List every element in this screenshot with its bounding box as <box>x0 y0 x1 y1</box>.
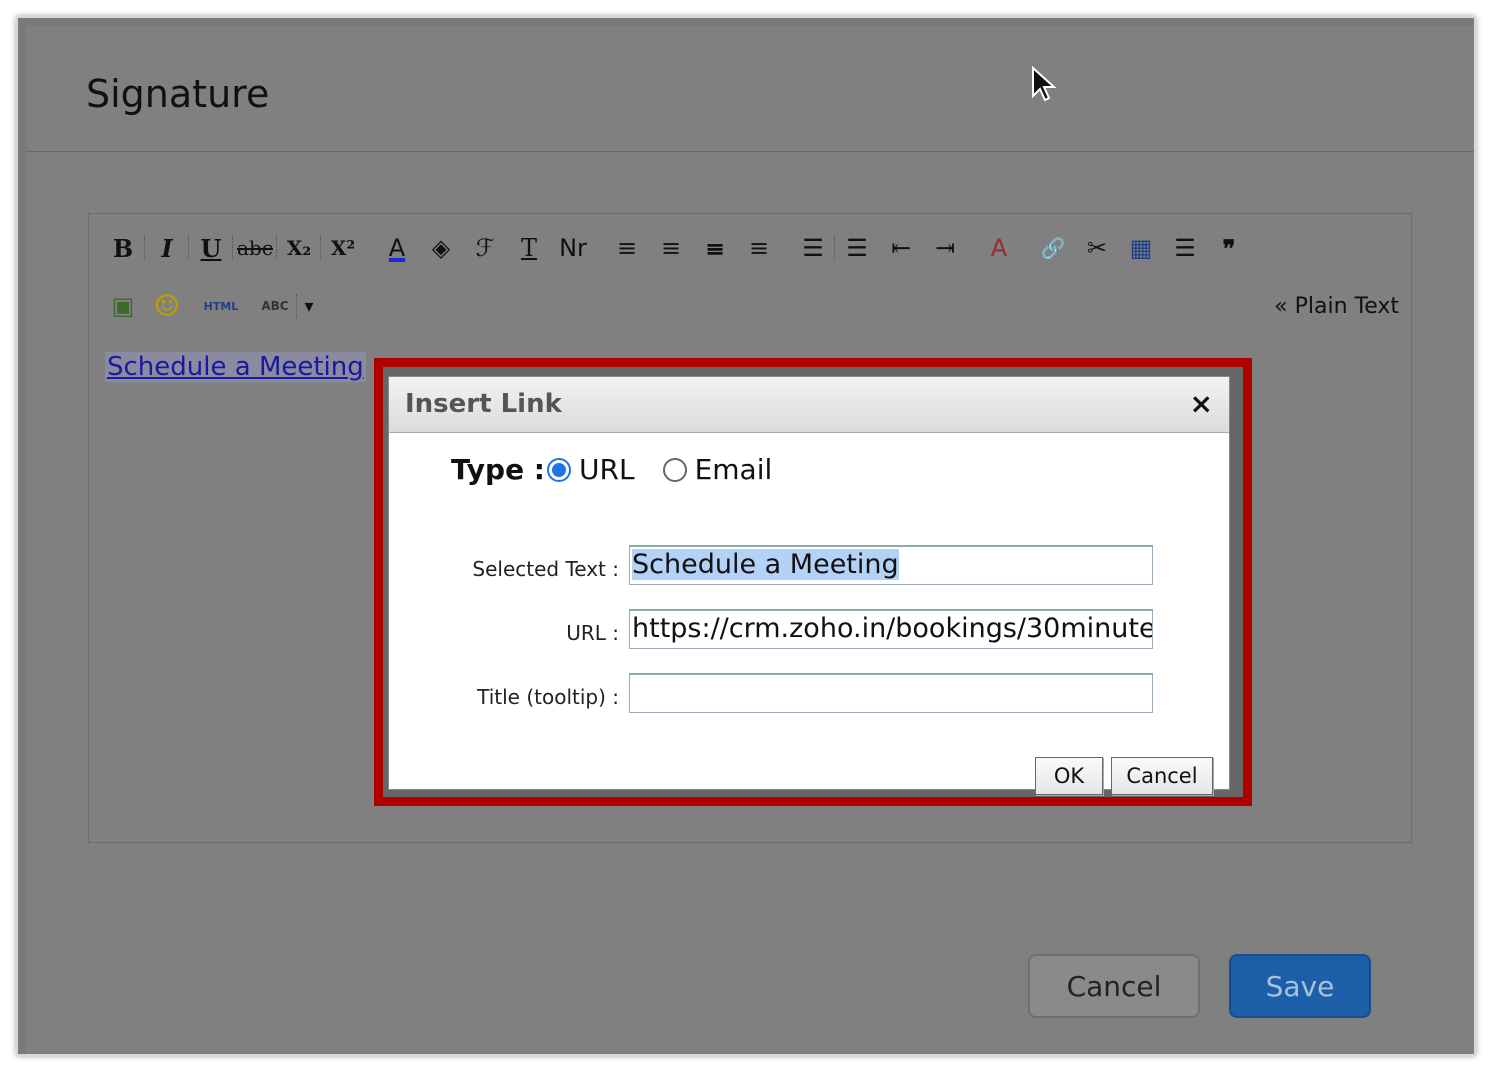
font-color-button[interactable]: A <box>375 228 419 268</box>
insert-image-button[interactable]: ▣ <box>101 286 145 326</box>
align-center-button[interactable]: ≡ <box>737 228 781 268</box>
close-icon[interactable]: × <box>1190 387 1213 420</box>
align-left-button[interactable]: ≡ <box>605 228 649 268</box>
selected-text-value: Schedule a Meeting <box>632 549 899 580</box>
subscript-button[interactable]: X₂ <box>277 228 321 268</box>
mouse-cursor-icon <box>1032 66 1057 102</box>
align-right-button[interactable]: ≡ <box>649 228 693 268</box>
url-radio-label[interactable]: URL <box>579 453 635 486</box>
cancel-button[interactable]: Cancel <box>1028 954 1200 1018</box>
background-color-button[interactable]: ◈ <box>419 228 463 268</box>
horizontal-rule-button[interactable]: ☰ <box>1163 228 1207 268</box>
url-label: URL : <box>566 621 619 645</box>
dialog-title: Insert Link <box>405 389 562 419</box>
toolbar-row-2: ▣ ☺ HTML ABC ▾ <box>101 286 321 326</box>
selected-text-label: Selected Text : <box>472 557 619 581</box>
title-tooltip-field[interactable] <box>629 673 1153 713</box>
emoticon-button[interactable]: ☺ <box>145 286 189 326</box>
unlink-button[interactable]: ✂ <box>1075 228 1119 268</box>
blockquote-button[interactable]: ❞ <box>1207 228 1251 268</box>
bullet-list-button[interactable]: ☰ <box>791 228 835 268</box>
app-window: Signature B I U abc X₂ X² A ◈ ℱ T Nr ≡ ≡… <box>16 16 1476 1056</box>
email-radio-label[interactable]: Email <box>695 453 773 486</box>
email-radio[interactable] <box>662 457 687 482</box>
italic-button[interactable]: I <box>145 228 189 268</box>
remove-format-button[interactable]: Nr <box>551 228 595 268</box>
toolbar-row-1: B I U abc X₂ X² A ◈ ℱ T Nr ≡ ≡ ≡ ≡ ☰ ☰ ⇤… <box>101 228 1251 268</box>
spellcheck-button[interactable]: ABC <box>253 286 297 326</box>
dialog-header: Insert Link × <box>389 377 1229 433</box>
indent-button[interactable]: ⇥ <box>923 228 967 268</box>
type-label: Type : <box>451 453 546 486</box>
signature-modal: Signature B I U abc X₂ X² A ◈ ℱ T Nr ≡ ≡… <box>26 26 1474 1054</box>
insert-link-dialog: Insert Link × Type : URL Email Selected … <box>388 376 1230 795</box>
outdent-button[interactable]: ⇤ <box>879 228 923 268</box>
url-radio[interactable] <box>547 457 572 482</box>
bold-button[interactable]: B <box>101 228 145 268</box>
ok-button[interactable]: OK <box>1035 757 1103 795</box>
signature-link[interactable]: Schedule a Meeting <box>105 352 366 382</box>
more-dropdown-button[interactable]: ▾ <box>297 286 321 326</box>
font-size-button[interactable]: T <box>507 228 551 268</box>
insert-link-button[interactable]: 🔗 <box>1031 228 1075 268</box>
title-tooltip-label: Title (tooltip) : <box>477 685 619 709</box>
insert-table-button[interactable]: ▦ <box>1119 228 1163 268</box>
dialog-cancel-button[interactable]: Cancel <box>1111 757 1213 795</box>
clear-style-button[interactable]: A <box>977 228 1021 268</box>
html-button[interactable]: HTML <box>199 286 243 326</box>
strikethrough-button[interactable]: abc <box>233 228 277 268</box>
font-family-button[interactable]: ℱ <box>463 228 507 268</box>
selected-text-field[interactable]: Schedule a Meeting <box>629 545 1153 585</box>
modal-header: Signature <box>26 26 1474 152</box>
modal-title: Signature <box>86 72 270 116</box>
url-field[interactable]: https://crm.zoho.in/bookings/30minutes <box>629 609 1153 649</box>
justify-button[interactable]: ≡ <box>693 228 737 268</box>
underline-button[interactable]: U <box>189 228 233 268</box>
superscript-button[interactable]: X² <box>321 228 365 268</box>
numbered-list-button[interactable]: ☰ <box>835 228 879 268</box>
save-button[interactable]: Save <box>1229 954 1371 1018</box>
plain-text-toggle[interactable]: « Plain Text <box>1274 294 1399 319</box>
type-selector: Type : URL Email <box>451 453 798 486</box>
